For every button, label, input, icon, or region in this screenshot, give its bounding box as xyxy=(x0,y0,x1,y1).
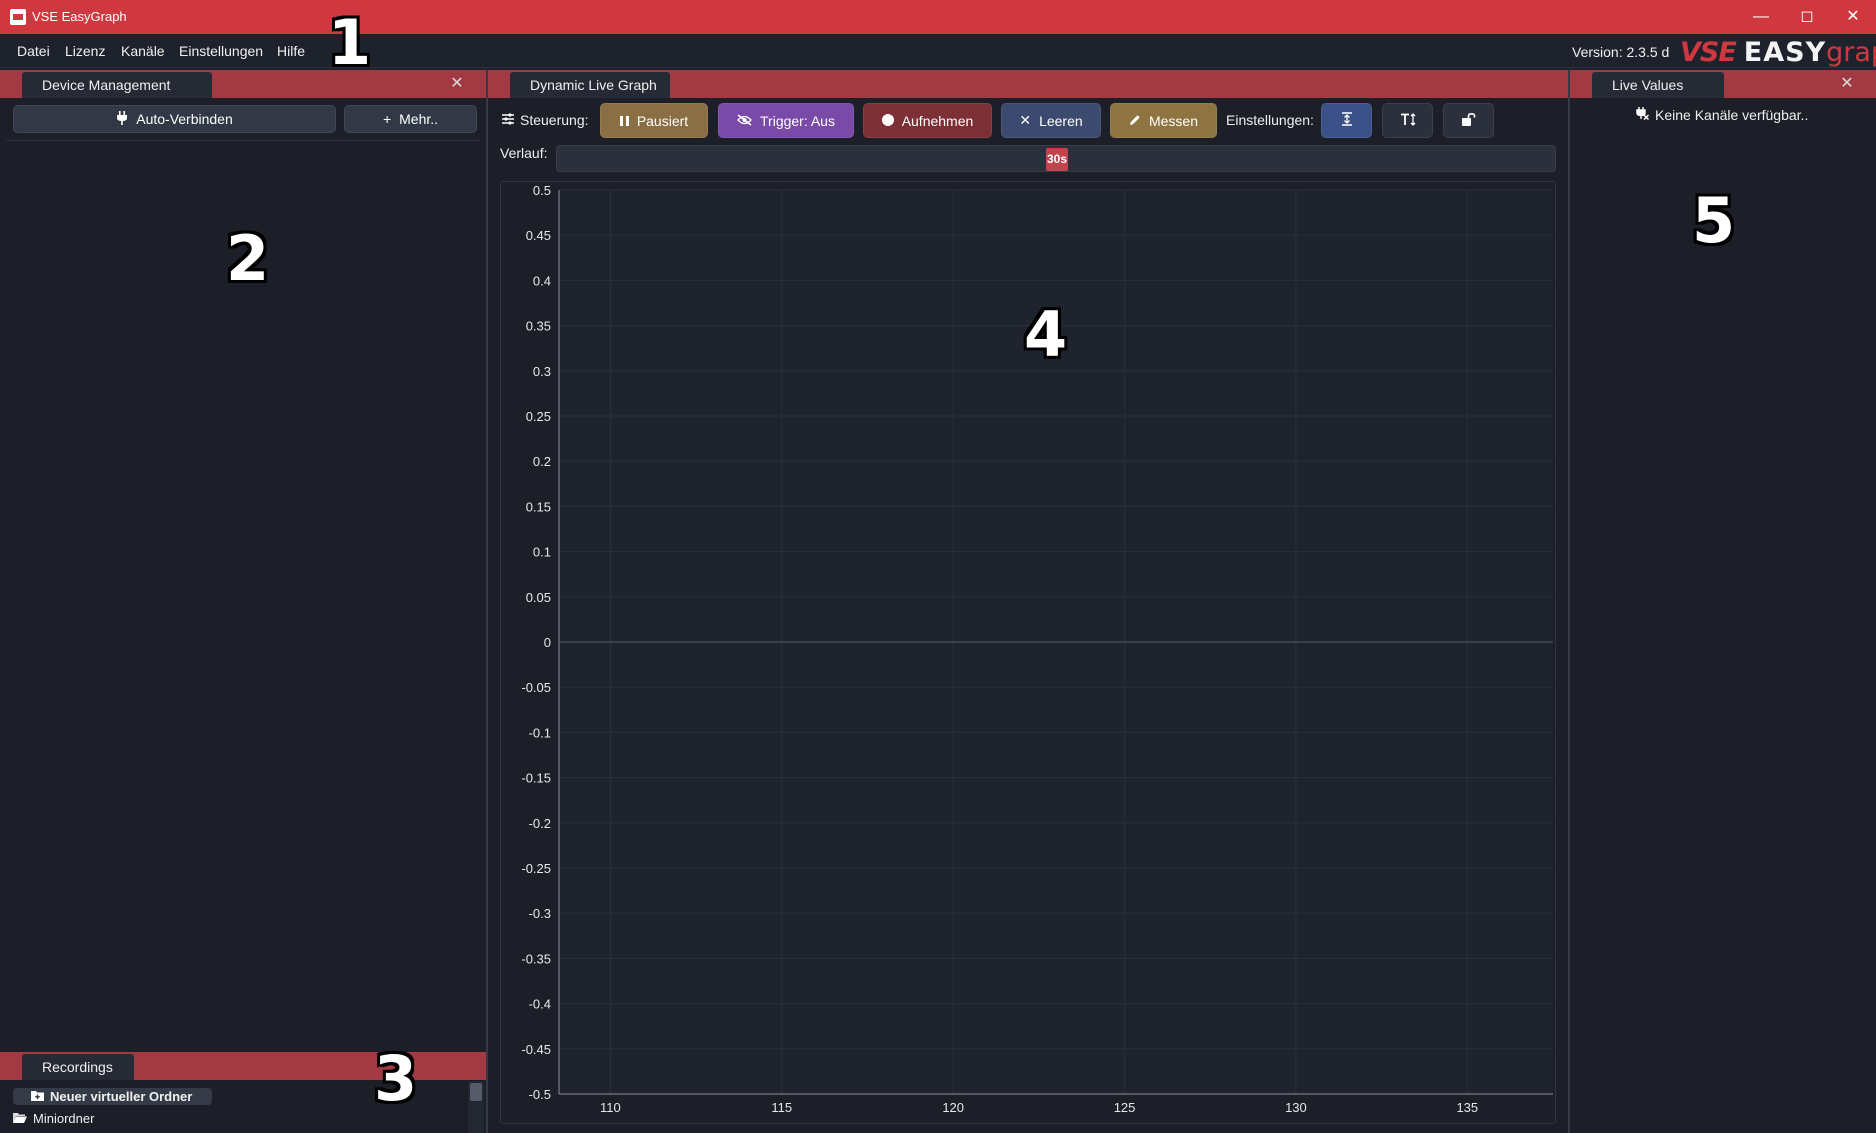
history-slider[interactable]: 30s xyxy=(556,145,1556,172)
x-icon: ✕ xyxy=(1019,112,1032,128)
y-tick-label: 0.3 xyxy=(533,364,551,379)
y-tick-label: 0.1 xyxy=(533,545,551,560)
fit-view-button[interactable] xyxy=(1321,103,1372,138)
menu-lizenz[interactable]: Lizenz xyxy=(65,43,105,59)
text-height-icon xyxy=(1400,112,1416,129)
tab-device-management[interactable]: Device Management xyxy=(22,72,212,98)
menu-hilfe[interactable]: Hilfe xyxy=(277,43,305,59)
record-button[interactable]: Aufnehmen xyxy=(863,103,992,138)
maximize-icon[interactable]: ◻ xyxy=(1784,0,1830,34)
sliders-icon xyxy=(502,112,514,128)
y-tick-label: -0.35 xyxy=(521,951,551,966)
annotation-2: 2 xyxy=(226,222,270,295)
menu-bar: Datei Lizenz Kanäle Einstellungen Hilfe … xyxy=(0,34,1876,68)
x-tick-label: 130 xyxy=(1285,1100,1307,1115)
pause-button[interactable]: Pausiert xyxy=(600,103,708,138)
menu-einstellungen[interactable]: Einstellungen xyxy=(179,43,263,59)
lock-button[interactable] xyxy=(1443,103,1494,138)
y-tick-label: 0.15 xyxy=(526,499,551,514)
no-channels-message: Keine Kanäle verfügbar.. xyxy=(1636,107,1808,123)
plug-icon xyxy=(116,110,128,128)
control-label: Steuerung: xyxy=(502,112,589,128)
pause-icon xyxy=(619,113,629,129)
y-tick-label: 0.4 xyxy=(533,273,551,288)
clear-button[interactable]: ✕ Leeren xyxy=(1001,103,1101,138)
y-tick-label: 0.05 xyxy=(526,590,551,605)
title-bar: VSE EasyGraph — ◻ ✕ xyxy=(0,0,1876,34)
eye-off-icon xyxy=(737,113,752,129)
more-button[interactable]: + Mehr.. xyxy=(344,105,477,133)
y-tick-label: -0.4 xyxy=(529,997,551,1012)
fit-view-icon xyxy=(1340,112,1354,129)
y-tick-label: -0.1 xyxy=(529,725,551,740)
y-tick-label: 0.25 xyxy=(526,409,551,424)
history-slider-handle[interactable]: 30s xyxy=(1046,148,1068,171)
close-icon[interactable]: ✕ xyxy=(1837,74,1857,94)
minimize-icon[interactable]: — xyxy=(1738,0,1784,34)
x-tick-label: 125 xyxy=(1114,1100,1136,1115)
y-tick-label: 0.2 xyxy=(533,454,551,469)
app-icon xyxy=(10,9,26,25)
annotation-4: 4 xyxy=(1024,298,1068,371)
auto-connect-label: Auto-Verbinden xyxy=(136,111,233,127)
x-tick-label: 110 xyxy=(600,1100,621,1115)
annotation-3: 3 xyxy=(374,1042,418,1115)
record-icon xyxy=(881,113,894,129)
history-label: Verlauf: xyxy=(500,145,548,161)
folder-label: Miniordner xyxy=(33,1111,95,1126)
plug-off-icon xyxy=(1636,107,1650,123)
version-label: Version: 2.3.5 d xyxy=(1572,44,1670,60)
menu-datei[interactable]: Datei xyxy=(17,43,50,59)
separator xyxy=(6,140,480,141)
pencil-icon xyxy=(1129,113,1141,129)
y-tick-label: -0.15 xyxy=(521,771,551,786)
y-tick-label: -0.3 xyxy=(529,906,551,921)
measure-button[interactable]: Messen xyxy=(1110,103,1217,138)
unlock-icon xyxy=(1461,112,1476,129)
trigger-button[interactable]: Trigger: Aus xyxy=(718,103,854,138)
text-size-button[interactable] xyxy=(1382,103,1433,138)
auto-connect-button[interactable]: Auto-Verbinden xyxy=(13,105,336,133)
close-icon[interactable]: ✕ xyxy=(447,74,467,94)
settings-label: Einstellungen: xyxy=(1226,112,1314,128)
y-tick-label: -0.25 xyxy=(521,861,551,876)
tab-recordings[interactable]: Recordings xyxy=(22,1054,134,1080)
new-virtual-folder-button[interactable]: Neuer virtueller Ordner xyxy=(13,1088,213,1105)
x-tick-label: 120 xyxy=(942,1100,964,1115)
scrollbar-thumb[interactable] xyxy=(470,1083,482,1101)
folder-plus-icon xyxy=(31,1089,44,1104)
x-tick-label: 115 xyxy=(771,1100,792,1115)
annotation-1: 1 xyxy=(328,6,372,79)
folder-open-icon xyxy=(13,1111,27,1126)
tab-dynamic-live-graph[interactable]: Dynamic Live Graph xyxy=(510,72,670,98)
y-tick-label: -0.45 xyxy=(521,1042,551,1057)
tab-live-values[interactable]: Live Values xyxy=(1592,72,1724,98)
y-tick-label: 0 xyxy=(544,635,551,650)
y-tick-label: -0.05 xyxy=(521,680,551,695)
menu-kanaele[interactable]: Kanäle xyxy=(121,43,165,59)
list-item[interactable]: Miniordner xyxy=(13,1111,94,1126)
y-tick-label: 0.5 xyxy=(533,183,551,198)
brand-logo: VSEEASYgraph xyxy=(1680,37,1876,68)
annotation-5: 5 xyxy=(1692,184,1736,257)
y-tick-label: -0.2 xyxy=(529,816,551,831)
y-tick-label: -0.5 xyxy=(529,1087,551,1102)
y-tick-label: 0.35 xyxy=(526,319,551,334)
x-tick-label: 135 xyxy=(1456,1100,1478,1115)
y-tick-label: 0.45 xyxy=(526,228,551,243)
new-folder-label: Neuer virtueller Ordner xyxy=(50,1089,193,1104)
more-label: Mehr.. xyxy=(399,111,439,127)
window-title: VSE EasyGraph xyxy=(32,9,127,24)
device-management-panel: Device Management ✕ Auto-Verbinden + Meh… xyxy=(0,70,486,1052)
close-window-icon[interactable]: ✕ xyxy=(1830,0,1876,34)
plus-icon: + xyxy=(382,111,392,127)
